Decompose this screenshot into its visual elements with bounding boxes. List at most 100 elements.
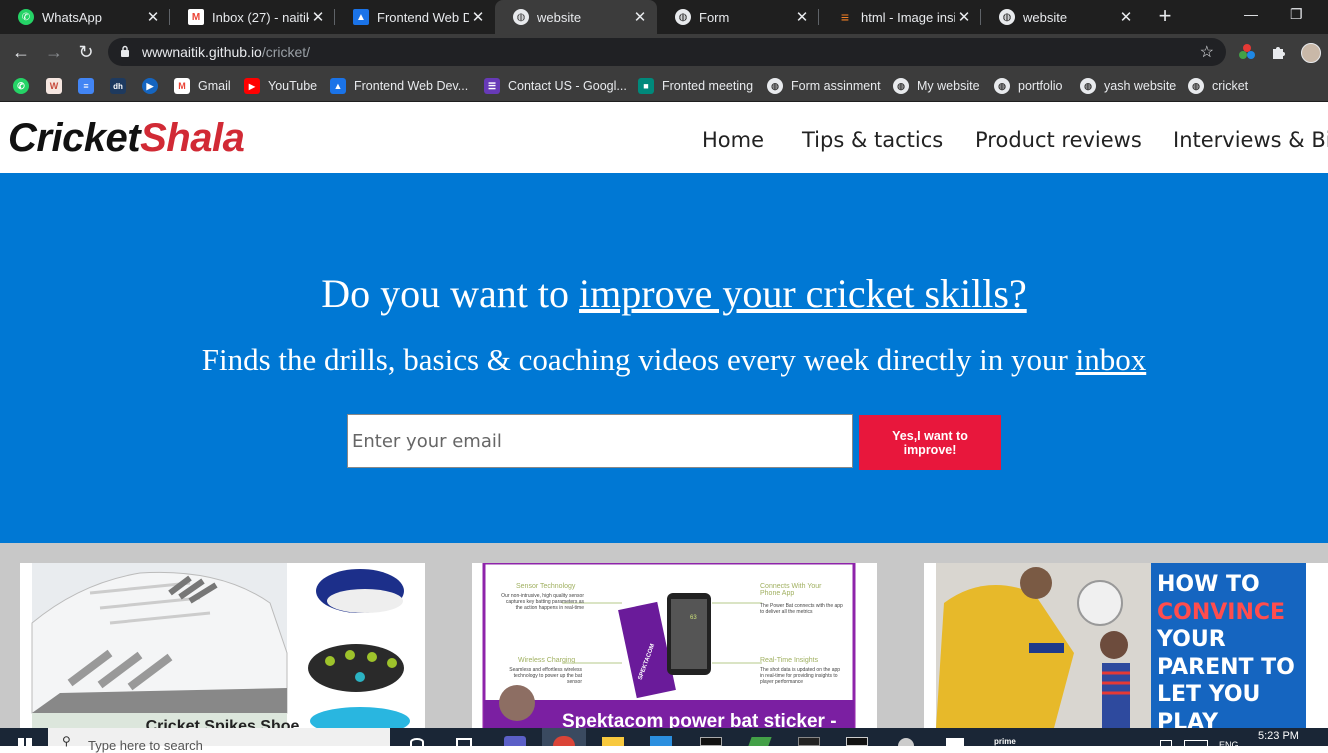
- extensions-puzzle-icon[interactable]: [1270, 43, 1288, 61]
- close-icon[interactable]: ✕: [793, 8, 811, 26]
- bookmark-meet[interactable]: ■ Fronted meeting: [638, 76, 753, 96]
- card-spektacom[interactable]: Sensor Technology Our non-intrusive, hig…: [472, 563, 877, 728]
- hero-inbox-link[interactable]: inbox: [1076, 342, 1147, 377]
- tab-html-image[interactable]: ≡ html - Image inside ✕: [819, 0, 981, 34]
- bookmark-whatsapp[interactable]: ✆: [13, 76, 37, 96]
- taskbar-clock[interactable]: 5:23 PM: [1258, 730, 1299, 742]
- tab-title: Inbox (27) - naitik.: [212, 9, 309, 25]
- improve-submit-button[interactable]: Yes,I want to improve!: [859, 415, 1001, 470]
- bookmark-yash-website[interactable]: ◍ yash website: [1080, 76, 1176, 96]
- globe-icon: ◍: [513, 9, 529, 25]
- browser-toolbar: ← → ↻ wwwnaitik.github.io/cricket/ ☆: [0, 34, 1328, 70]
- address-bar[interactable]: wwwnaitik.github.io/cricket/ ☆: [108, 38, 1226, 66]
- bookmark-play[interactable]: ▶: [142, 76, 166, 96]
- tab-whatsapp[interactable]: ✆ WhatsApp ✕: [0, 0, 170, 34]
- close-icon[interactable]: ✕: [469, 8, 487, 26]
- bookmark-label: cricket: [1212, 79, 1249, 93]
- nav-interviews-bio[interactable]: Interviews & Bio: [1173, 128, 1328, 152]
- cortana-icon[interactable]: [410, 738, 424, 746]
- forms-icon: ☰: [484, 78, 500, 94]
- bookmark-docs[interactable]: ≡: [78, 76, 102, 96]
- email-field-wrapper: [347, 414, 853, 468]
- bookmark-form-assinment[interactable]: ◍ Form assinment: [767, 76, 881, 96]
- tab-website-active[interactable]: ◍ website ✕: [495, 0, 657, 34]
- app-window-icon[interactable]: [846, 737, 868, 746]
- new-tab-button[interactable]: +: [1153, 5, 1177, 29]
- url-path: /cricket/: [261, 44, 311, 60]
- bookmark-label: portfolio: [1018, 79, 1063, 93]
- profile-avatar[interactable]: [1301, 43, 1321, 63]
- media-app-icon[interactable]: [798, 737, 820, 746]
- url-text[interactable]: wwwnaitik.github.io/cricket/: [142, 44, 310, 60]
- tray-icon[interactable]: [1160, 740, 1172, 746]
- dh-icon: dh: [110, 78, 126, 94]
- bookmark-contact[interactable]: ☰ Contact US - Googl...: [484, 76, 627, 96]
- teams-icon[interactable]: [504, 736, 526, 746]
- phone-app-label: Connects With Your Phone App: [760, 583, 822, 597]
- globe-icon: ◍: [767, 78, 783, 94]
- bookmark-label: YouTube: [268, 79, 318, 93]
- nav-tips-tactics[interactable]: Tips & tactics: [802, 128, 943, 152]
- play-icon: ▶: [142, 78, 158, 94]
- bookmark-portfolio[interactable]: ◍ portfolio: [994, 76, 1062, 96]
- card-convince-parent[interactable]: HOW TO CONVINCE YOUR PARENT TO LET YOU P…: [924, 563, 1328, 728]
- shoes-image: [31, 563, 410, 728]
- card-caption: Cricket Spikes Shoe: [145, 718, 300, 728]
- close-icon[interactable]: ✕: [955, 8, 973, 26]
- back-icon[interactable]: ←: [9, 40, 33, 64]
- prime-app-label[interactable]: prime: [994, 737, 1016, 746]
- bookmark-frontend[interactable]: ▲ Frontend Web Dev...: [330, 76, 468, 96]
- store-icon[interactable]: [946, 738, 964, 746]
- bookmark-youtube[interactable]: ▶ YouTube: [244, 76, 317, 96]
- language-indicator[interactable]: ENG: [1219, 740, 1239, 750]
- real-time-insights-label: Real-Time Insights: [760, 657, 819, 664]
- tab-website[interactable]: ◍ website ✕: [981, 0, 1143, 34]
- tab-form[interactable]: ◍ Form ✕: [657, 0, 819, 34]
- wireless-charging-desc: Seamless and effortless wireless technol…: [509, 667, 582, 685]
- tab-frontend[interactable]: ▲ Frontend Web Dev ✕: [335, 0, 495, 34]
- bookmark-label: Gmail: [198, 79, 231, 93]
- reload-icon[interactable]: ↻: [74, 40, 98, 64]
- whatsapp-icon: ✆: [18, 9, 34, 25]
- keyboard-icon[interactable]: [1184, 740, 1208, 746]
- hero-headline-link[interactable]: improve your cricket skills?: [579, 271, 1027, 316]
- color-extension-icon[interactable]: [1238, 43, 1256, 61]
- windows-start-icon[interactable]: [18, 738, 32, 746]
- terminal-icon[interactable]: [700, 737, 722, 746]
- email-input[interactable]: [348, 415, 852, 467]
- bookmark-my-website[interactable]: ◍ My website: [893, 76, 980, 96]
- close-icon[interactable]: ✕: [144, 8, 162, 26]
- file-explorer-icon[interactable]: [602, 737, 624, 746]
- headline-line-1: HOW TO: [1157, 572, 1260, 597]
- minimize-icon[interactable]: —: [1244, 6, 1258, 22]
- bookmark-gmail[interactable]: M Gmail: [174, 76, 231, 96]
- tab-title: Frontend Web Dev: [377, 9, 469, 25]
- whatsapp-icon: ✆: [13, 78, 29, 94]
- app-score-value: 63: [690, 615, 697, 621]
- sensor-tech-label: Sensor Technology: [516, 583, 576, 590]
- headline-line-6: PLAY: [1157, 709, 1218, 729]
- close-icon[interactable]: ✕: [309, 8, 327, 26]
- forward-icon[interactable]: →: [42, 40, 66, 64]
- pencil-app-icon[interactable]: [748, 737, 772, 746]
- taskbar-search[interactable]: ⚲ Type here to search: [48, 728, 390, 753]
- site-logo[interactable]: CricketShala: [8, 116, 245, 161]
- nav-product-reviews[interactable]: Product reviews: [975, 128, 1142, 152]
- task-view-icon[interactable]: [456, 738, 472, 746]
- close-icon[interactable]: ✕: [1117, 8, 1135, 26]
- bookmark-dh[interactable]: dh: [110, 76, 134, 96]
- headline-line-3: YOUR: [1157, 627, 1226, 652]
- tab-inbox[interactable]: M Inbox (27) - naitik. ✕: [170, 0, 335, 34]
- tab-title: website: [1023, 9, 1068, 25]
- bookmark-cricket[interactable]: ◍ cricket: [1188, 76, 1248, 96]
- card-spikes-shoe[interactable]: Cricket Spikes Shoe: [20, 563, 425, 728]
- nav-home[interactable]: Home: [702, 128, 764, 152]
- vscode-icon[interactable]: [650, 736, 672, 746]
- bookmark-star-icon[interactable]: ☆: [1200, 42, 1214, 62]
- logo-part-2: Shala: [140, 116, 245, 160]
- close-icon[interactable]: ✕: [631, 8, 649, 26]
- lock-icon: [121, 45, 129, 57]
- restore-icon[interactable]: ❐: [1290, 6, 1303, 23]
- classroom-icon: ▲: [353, 9, 369, 25]
- bookmark-w[interactable]: W: [46, 76, 70, 96]
